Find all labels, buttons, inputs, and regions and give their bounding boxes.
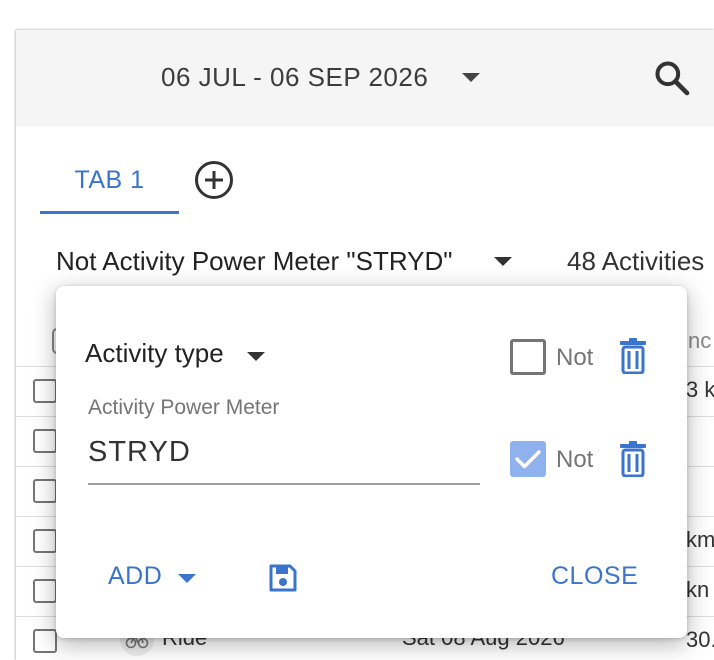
active-filter-summary[interactable]: Not Activity Power Meter "STRYD" (56, 246, 453, 277)
active-tab-indicator (40, 211, 179, 214)
filter-field-dropdown-icon[interactable] (247, 352, 265, 361)
row-distance: 3 km (686, 377, 714, 402)
row-distance: 30.82 km (686, 627, 714, 652)
input-underline (88, 483, 480, 485)
row-checkbox[interactable] (33, 379, 57, 403)
add-filter-button[interactable]: ADD (108, 562, 162, 591)
not-checkbox-activity-type[interactable] (510, 339, 546, 375)
search-icon[interactable] (652, 58, 692, 98)
filter-dialog: Activity type Not Activity Power Meter S… (56, 286, 687, 638)
not-label: Not (556, 344, 594, 371)
row-checkbox[interactable] (33, 629, 57, 653)
row-checkbox[interactable] (33, 579, 57, 603)
add-circle-icon[interactable] (192, 158, 236, 202)
not-checkbox-power-meter[interactable] (510, 441, 546, 477)
filter-field-select[interactable]: Activity type (85, 338, 224, 369)
delete-filter-icon[interactable] (618, 441, 648, 477)
tab-label: TAB 1 (74, 166, 145, 194)
close-button[interactable]: CLOSE (551, 562, 638, 591)
row-checkbox[interactable] (33, 479, 57, 503)
date-range-dropdown-icon[interactable] (462, 73, 480, 82)
save-icon[interactable] (268, 563, 298, 593)
filter-dropdown-icon[interactable] (494, 257, 512, 266)
tab-1[interactable]: TAB 1 (40, 162, 179, 214)
filter-value-input[interactable]: STRYD (88, 436, 191, 469)
date-range-label[interactable]: 06 JUL - 06 SEP 2026 (161, 62, 428, 93)
row-checkbox[interactable] (33, 529, 57, 553)
not-label: Not (556, 446, 594, 473)
activity-count: 48 Activities (567, 246, 705, 276)
add-dropdown-icon[interactable] (178, 574, 196, 583)
delete-filter-icon[interactable] (618, 338, 648, 374)
top-bar: 06 JUL - 06 SEP 2026 (16, 30, 714, 126)
row-distance: kn (686, 577, 710, 602)
check-icon (515, 450, 541, 469)
column-header-distance[interactable]: nc (688, 328, 711, 354)
left-margin (0, 0, 16, 660)
filter-field-label: Activity Power Meter (88, 396, 280, 419)
row-distance: km (686, 527, 714, 552)
row-checkbox[interactable] (33, 429, 57, 453)
